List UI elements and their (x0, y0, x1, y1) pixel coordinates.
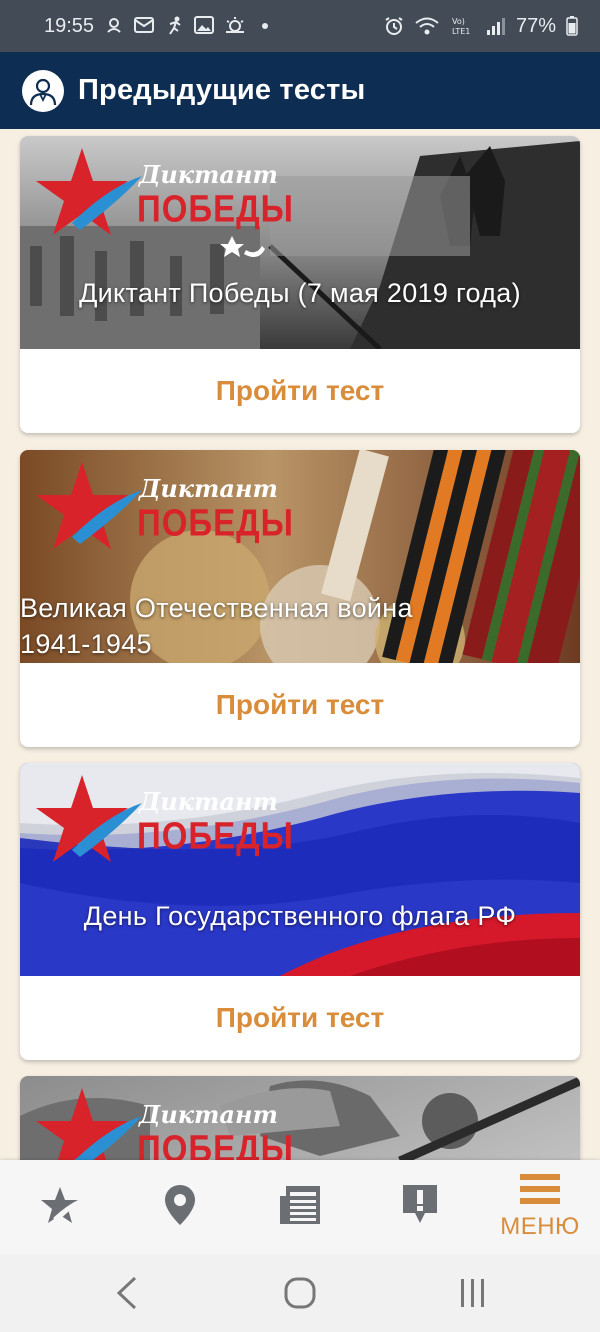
logo-word-bottom: ПОБЕДЫ (137, 187, 294, 230)
running-icon (164, 16, 184, 36)
news-icon (278, 1184, 322, 1231)
star-icon (39, 1185, 81, 1230)
test-card: Диктант ПОБЕДЫ (20, 1076, 580, 1160)
system-navigation-bar (0, 1254, 600, 1332)
wifi-icon (414, 16, 440, 36)
recent-apps-button[interactable] (443, 1263, 503, 1323)
signal-icon (486, 16, 506, 36)
logo-word-bottom: ПОБЕДЫ (137, 814, 294, 857)
more-notifications-dot (262, 23, 269, 29)
battery-icon (566, 16, 578, 36)
dictant-pobedy-logo: Диктант ПОБЕДЫ (32, 462, 293, 557)
take-test-button[interactable]: Пройти тест (20, 349, 580, 433)
volte-icon: Vo) LTE1 (450, 16, 476, 36)
tests-list[interactable]: Диктант ПОБЕДЫ Диктант Победы (7 мая 201… (0, 129, 600, 1160)
take-test-button[interactable]: Пройти тест (20, 663, 580, 747)
page-title: Предыдущие тесты (78, 74, 366, 106)
take-test-button[interactable]: Пройти тест (20, 976, 580, 1060)
menu-icon (520, 1173, 560, 1209)
status-bar: 19:55 Vo) LTE1 77% (0, 0, 600, 52)
battery-percent: 77% (515, 14, 556, 37)
dictant-pobedy-logo: Диктант ПОБЕДЫ (32, 775, 293, 870)
image-icon (194, 16, 215, 36)
test-card-image: Диктант ПОБЕДЫ Великая Отечественная вой… (20, 450, 580, 663)
test-card-title: Великая Отечественная война 1941-1945 (20, 593, 413, 659)
dictant-pobedy-logo: Диктант ПОБЕДЫ (32, 1088, 293, 1160)
nav-item-news[interactable] (240, 1160, 360, 1254)
nav-item-map[interactable] (120, 1160, 240, 1254)
test-card-image: Диктант ПОБЕДЫ (20, 1076, 580, 1160)
test-card: Диктант ПОБЕДЫ Великая Отечественная вой… (20, 450, 580, 747)
logo-word-top: Диктант (139, 474, 278, 503)
back-button[interactable] (97, 1263, 157, 1323)
mail-icon (134, 16, 155, 36)
location-pin-icon (163, 1183, 197, 1232)
menu-label: МЕНЮ (500, 1212, 580, 1240)
nav-item-menu[interactable]: МЕНЮ (480, 1160, 600, 1254)
test-card-title: День Государственного флага РФ (83, 901, 517, 931)
svg-text:Vo): Vo) (452, 17, 465, 26)
test-card: Диктант ПОБЕДЫ День Государственного фла… (20, 763, 580, 1060)
test-card-title: Диктант Победы (7 мая 2019 года) (79, 278, 521, 308)
nav-item-alerts[interactable] (360, 1160, 480, 1254)
home-button[interactable] (270, 1263, 330, 1323)
nav-item-victory[interactable] (0, 1160, 120, 1254)
svg-text:LTE1: LTE1 (452, 27, 470, 36)
logo-word-bottom: ПОБЕДЫ (137, 1127, 294, 1160)
status-time: 19:55 (44, 14, 95, 37)
logo-word-bottom: ПОБЕДЫ (137, 501, 294, 544)
alert-icon (401, 1183, 439, 1232)
notification-icon (104, 16, 124, 36)
logo-word-top: Диктант (139, 787, 278, 816)
dictant-pobedy-logo: Диктант ПОБЕДЫ (32, 148, 293, 243)
app-bar: Предыдущие тесты (0, 52, 600, 129)
test-card: Диктант ПОБЕДЫ Диктант Победы (7 мая 201… (20, 136, 580, 433)
profile-avatar-icon[interactable] (22, 69, 64, 112)
alarm-icon (384, 16, 404, 36)
logo-word-top: Диктант (139, 1100, 278, 1129)
bottom-navigation: МЕНЮ (0, 1160, 600, 1254)
logo-word-top: Диктант (139, 160, 278, 189)
test-card-image: Диктант ПОБЕДЫ Диктант Победы (7 мая 201… (20, 136, 580, 349)
test-card-image: Диктант ПОБЕДЫ День Государственного фла… (20, 763, 580, 976)
weather-icon (224, 16, 245, 36)
